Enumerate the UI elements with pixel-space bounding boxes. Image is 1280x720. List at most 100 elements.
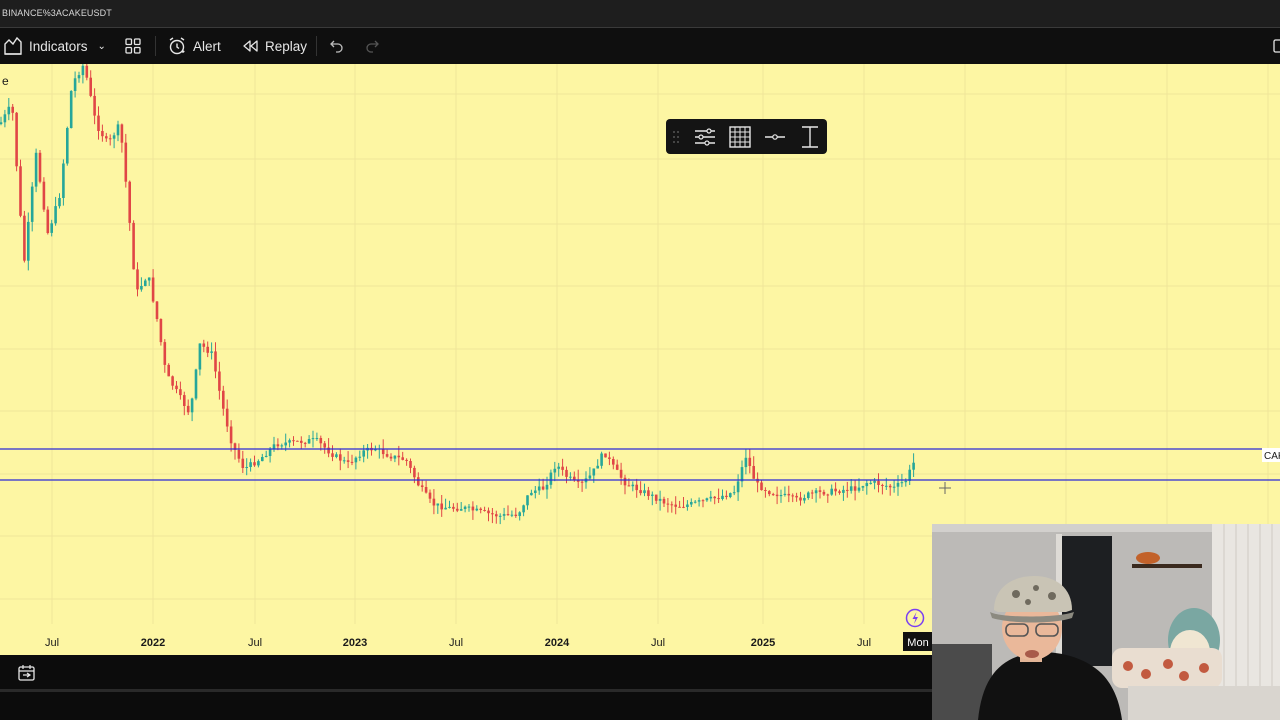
indicators-button[interactable]: Indicators ⌄ (3, 28, 106, 64)
candle-body (498, 515, 502, 517)
candle-body (401, 457, 404, 460)
candle-body (30, 186, 34, 222)
candle-body (105, 136, 108, 139)
candle-body (463, 506, 467, 509)
candle-body (89, 77, 92, 96)
candle-body (198, 343, 202, 370)
candle-body (522, 505, 525, 513)
candle-body (409, 461, 412, 468)
candle-body (631, 484, 635, 487)
candle-body (276, 444, 280, 447)
settings-lines-icon[interactable] (692, 125, 718, 149)
candle-body (339, 454, 342, 461)
grid-icon[interactable] (727, 125, 753, 149)
candle-body (194, 369, 198, 399)
time-axis-label: Jul (857, 637, 871, 649)
candle-body (608, 457, 611, 459)
candle-body (23, 215, 26, 261)
candle-body (292, 440, 295, 442)
drag-handle-icon[interactable] (668, 125, 684, 149)
candle-body (506, 514, 510, 516)
candle-body (592, 468, 596, 476)
candle-body (15, 112, 18, 167)
candle-body (354, 457, 358, 463)
candle-body (678, 506, 681, 508)
candle-body (335, 454, 338, 457)
toolbar-divider (155, 36, 156, 56)
candle-body (34, 152, 38, 187)
candle-body (413, 467, 416, 478)
candle-body (0, 122, 3, 124)
candle-body (686, 504, 689, 507)
candle-body (549, 472, 553, 485)
candle-body (300, 440, 303, 443)
fullscreen-button[interactable] (1272, 28, 1280, 64)
candle-body (385, 454, 389, 457)
candle-body (842, 489, 845, 493)
presenter-webcam-image (932, 524, 1280, 720)
time-axis-label: Jul (45, 637, 59, 649)
fullscreen-icon (1272, 38, 1280, 54)
time-axis-label: Jul (449, 637, 463, 649)
candle-body (518, 512, 521, 516)
price-tag-label: CAK (1264, 451, 1280, 462)
undo-button[interactable] (329, 28, 345, 64)
candle-body (787, 493, 791, 496)
candle-body (483, 510, 486, 511)
candle-body (202, 343, 206, 347)
candle-body (186, 405, 190, 413)
horizontal-line-icon[interactable] (762, 125, 788, 149)
candle-body (826, 494, 830, 496)
vertical-ruler-icon[interactable] (797, 125, 823, 149)
candle-body (362, 450, 365, 457)
date-range-button[interactable] (17, 664, 37, 687)
candle-body (725, 495, 728, 497)
candle-body (752, 466, 755, 479)
candle-body (210, 351, 213, 353)
candle-body (237, 449, 241, 459)
redo-icon (364, 38, 380, 54)
redo-button[interactable] (364, 28, 380, 64)
chevron-down-icon[interactable]: ⌄ (98, 41, 106, 52)
replay-label: Replay (265, 38, 308, 54)
candle-body (475, 508, 479, 511)
alert-button[interactable]: Alert (167, 28, 221, 64)
candle-body (557, 466, 560, 469)
candle-body (537, 486, 541, 491)
candle-body (713, 496, 716, 499)
time-axis-label: 2024 (545, 637, 570, 649)
candle-body (830, 488, 833, 495)
candle-body (495, 514, 498, 517)
candle-body (740, 467, 744, 482)
candle-body (530, 492, 533, 496)
toolbar-divider (316, 36, 317, 56)
time-axis: Jul 2022 Jul 2023 Jul 2024 Jul 2025 Jul … (45, 632, 933, 651)
lightning-button-icon[interactable] (905, 608, 925, 628)
time-axis-label: Jul (248, 637, 262, 649)
candle-body (561, 466, 564, 470)
candle-body (440, 503, 443, 510)
candle-body (654, 494, 658, 501)
candle-body (861, 486, 865, 488)
candle-body (814, 490, 818, 494)
replay-button[interactable]: Replay (241, 28, 307, 64)
candle-body (144, 280, 147, 286)
candle-body (596, 465, 599, 469)
candle-body (502, 514, 506, 516)
candle-body (459, 509, 463, 511)
time-axis-label: 2023 (343, 637, 367, 649)
rewind-icon (241, 37, 259, 55)
candle-body (795, 495, 798, 498)
candle-body (491, 513, 494, 515)
alert-label: Alert (193, 38, 221, 54)
candle-body (764, 490, 767, 491)
candle-body (771, 494, 775, 496)
candle-body (693, 501, 697, 503)
candle-body (54, 206, 57, 224)
layouts-button[interactable] (124, 28, 142, 64)
candle-body (296, 440, 299, 442)
candle-body (651, 494, 654, 496)
candle-body (736, 481, 740, 493)
candle-body (510, 514, 514, 516)
candle-body (303, 442, 307, 444)
